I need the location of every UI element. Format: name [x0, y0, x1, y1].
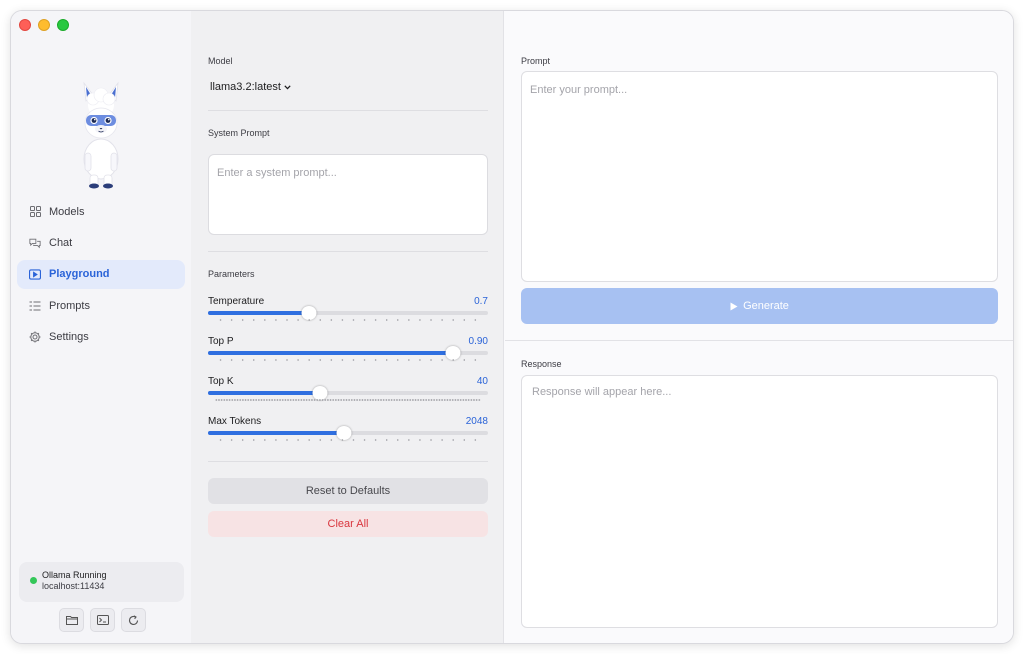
sidebar-item-label: Models — [49, 205, 85, 218]
play-rect-icon — [29, 268, 41, 280]
param-value: 0.90 — [468, 336, 488, 347]
main-pane: Prompt Enter your prompt... Generate Res… — [505, 11, 1013, 643]
play-icon — [730, 302, 738, 310]
slider-ticks — [215, 439, 481, 441]
status-dot-icon — [30, 577, 37, 584]
refresh-icon — [128, 614, 139, 625]
slider-thumb[interactable] — [336, 426, 352, 440]
top-p-slider[interactable] — [208, 346, 488, 360]
response-placeholder: Response will appear here... — [532, 386, 672, 398]
slider-ticks — [215, 399, 481, 401]
open-terminal-button[interactable] — [90, 608, 115, 632]
app-window: Models Chat Playground Prompts Settings … — [10, 10, 1014, 644]
response-label: Response — [521, 359, 562, 369]
param-value: 2048 — [465, 416, 488, 427]
traffic-lights — [19, 19, 69, 31]
param-value: 40 — [476, 376, 488, 387]
divider — [505, 340, 1013, 341]
divider — [208, 251, 488, 252]
divider — [208, 461, 488, 462]
sidebar-item-chat[interactable]: Chat — [17, 228, 185, 257]
param-max-tokens: Max Tokens 2048 — [208, 416, 488, 448]
sidebar-item-label: Settings — [49, 331, 89, 344]
param-name: Top P — [208, 336, 234, 347]
zoom-window-button[interactable] — [57, 19, 69, 31]
status-title: Ollama Running — [42, 570, 107, 580]
param-value: 0.7 — [474, 296, 488, 307]
sidebar-item-settings[interactable]: Settings — [17, 323, 185, 352]
generate-button[interactable]: Generate — [521, 288, 998, 324]
chevron-down-icon — [284, 84, 291, 89]
sidebar: Models Chat Playground Prompts Settings … — [11, 11, 191, 643]
param-name: Temperature — [208, 296, 265, 307]
sidebar-item-label: Playground — [49, 268, 110, 281]
prompt-placeholder: Enter your prompt... — [530, 84, 628, 96]
sidebar-item-playground[interactable]: Playground — [17, 259, 185, 289]
param-name: Max Tokens — [208, 416, 262, 427]
slider-ticks — [215, 359, 481, 361]
list-icon — [29, 300, 41, 312]
prompt-label: Prompt — [521, 56, 551, 66]
slider-fill — [208, 431, 344, 435]
divider — [208, 110, 488, 111]
refresh-button[interactable] — [121, 608, 146, 632]
grid-icon — [29, 206, 41, 218]
system-prompt-placeholder: Enter a system prompt... — [217, 167, 337, 179]
sidebar-item-prompts[interactable]: Prompts — [17, 291, 185, 320]
gear-icon — [29, 331, 41, 343]
sidebar-nav: Models Chat Playground Prompts Settings — [17, 197, 185, 354]
reset-defaults-button[interactable]: Reset to Defaults — [208, 478, 488, 504]
settings-panel: Model llama3.2:latest System Prompt Ente… — [191, 11, 504, 643]
llama-mascot-icon — [83, 81, 119, 189]
slider-thumb[interactable] — [312, 386, 328, 400]
temperature-slider[interactable] — [208, 306, 488, 320]
param-top-p: Top P 0.90 — [208, 336, 488, 368]
param-temperature: Temperature 0.7 — [208, 296, 488, 328]
system-prompt-input[interactable]: Enter a system prompt... — [208, 154, 488, 235]
slider-thumb[interactable] — [445, 346, 461, 360]
prompt-input[interactable]: Enter your prompt... — [521, 71, 998, 282]
param-name: Top K — [208, 376, 234, 387]
terminal-icon — [96, 615, 109, 625]
top-k-slider[interactable] — [208, 386, 488, 400]
slider-fill — [208, 311, 309, 315]
sidebar-item-models[interactable]: Models — [17, 197, 185, 226]
param-top-k: Top K 40 — [208, 376, 488, 408]
parameters-label: Parameters — [208, 269, 255, 279]
ollama-status-card: Ollama Running localhost:11434 — [19, 562, 184, 602]
chat-bubbles-icon — [29, 237, 41, 249]
sidebar-item-label: Chat — [49, 236, 73, 249]
sidebar-item-label: Prompts — [49, 299, 90, 312]
system-prompt-label: System Prompt — [208, 128, 270, 138]
generate-label: Generate — [743, 300, 789, 312]
slider-fill — [208, 351, 453, 355]
minimize-window-button[interactable] — [38, 19, 50, 31]
open-folder-button[interactable] — [59, 608, 84, 632]
clear-all-button[interactable]: Clear All — [208, 511, 488, 537]
model-label: Model — [208, 56, 233, 66]
slider-thumb[interactable] — [301, 306, 317, 320]
model-select-value: llama3.2:latest — [210, 81, 281, 93]
close-window-button[interactable] — [19, 19, 31, 31]
max-tokens-slider[interactable] — [208, 426, 488, 440]
slider-fill — [208, 391, 320, 395]
response-output: Response will appear here... — [521, 375, 998, 628]
folder-icon — [65, 616, 78, 625]
status-host: localhost:11434 — [42, 581, 105, 591]
model-select[interactable]: llama3.2:latest — [210, 81, 291, 93]
sidebar-footer-actions — [59, 608, 146, 632]
slider-ticks — [215, 319, 481, 321]
